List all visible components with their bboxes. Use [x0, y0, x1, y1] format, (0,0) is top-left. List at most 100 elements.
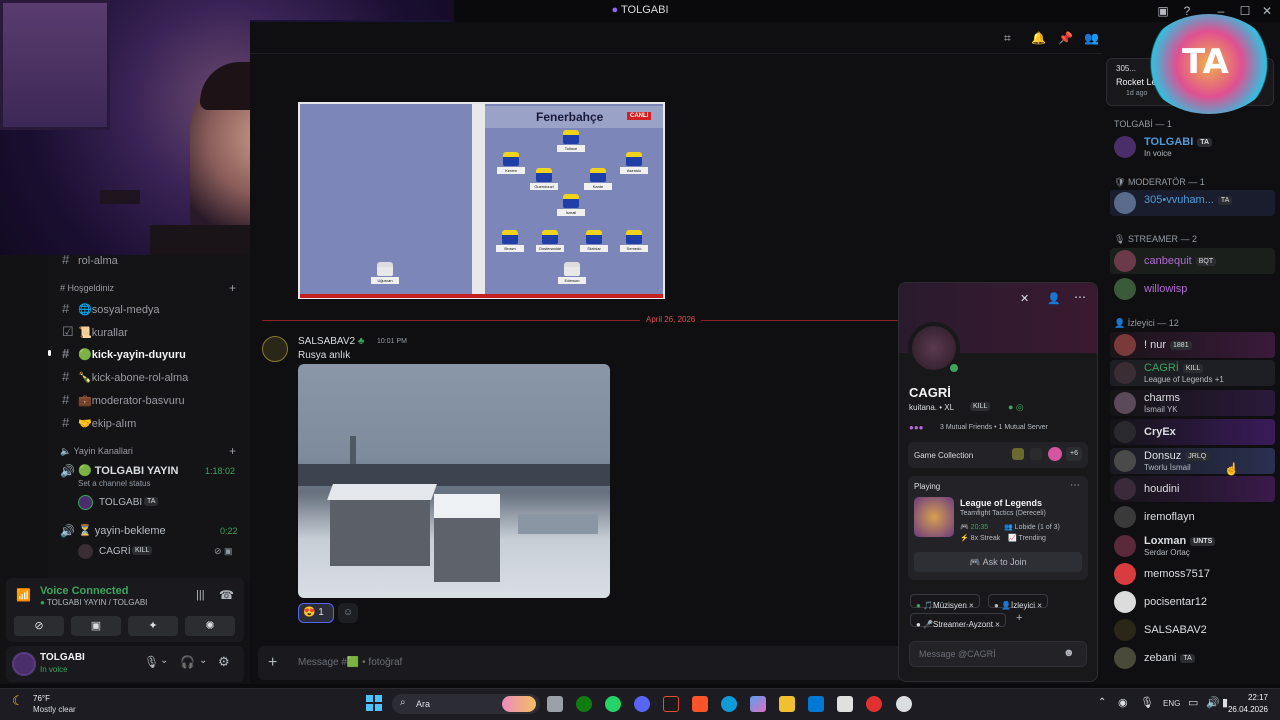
inbox-icon[interactable]: ▣ — [1154, 2, 1172, 20]
pin-icon[interactable]: 📌 — [1058, 31, 1073, 45]
member-row[interactable]: pocisentar12 — [1110, 589, 1275, 615]
member-row[interactable]: 305•vvuham... TA — [1110, 190, 1275, 216]
threads-icon[interactable]: ⌗ — [1004, 31, 1011, 46]
voice-connected-channel[interactable]: ● TOLGABI YAYIN / TOLGABI — [40, 598, 147, 607]
file-explorer-icon[interactable] — [779, 696, 795, 712]
more-options-icon[interactable]: ⋯ — [1070, 480, 1080, 491]
mutual-info[interactable]: 3 Mutual Friends • 1 Mutual Server — [940, 424, 1048, 431]
avatar[interactable] — [262, 336, 288, 362]
channel-kick-abone-rol-alma[interactable]: # 🍾kick-abone-rol-alma — [62, 369, 188, 384]
voice-channel-yayin-bekleme[interactable]: ⏳ yayin-bekleme — [78, 524, 166, 537]
activities-button[interactable]: ✦ — [128, 616, 178, 636]
ask-to-join-button[interactable]: 🎮 Ask to Join — [914, 552, 1082, 572]
obs-icon[interactable] — [896, 696, 912, 712]
member-row[interactable]: Loxman UNTS Serdar Ortaç — [1110, 533, 1275, 559]
store-icon[interactable] — [837, 696, 853, 712]
user-name[interactable]: TOLGABI — [40, 652, 85, 663]
role-tag[interactable]: ● 🎤Streamer-Ayzont × — [910, 613, 1006, 629]
channel-kurallar[interactable]: ☑ 📜kurallar — [62, 324, 128, 340]
chevron-down-icon[interactable]: ⌄ — [199, 655, 207, 666]
clock-time[interactable]: 22:17 — [1238, 693, 1268, 702]
add-channel-icon[interactable]: + — [229, 281, 236, 295]
headphones-icon[interactable]: 🎧 — [180, 655, 195, 669]
channel-ekip-alim[interactable]: # 🤝ekip-alım — [62, 415, 136, 430]
task-view-icon[interactable] — [547, 696, 563, 712]
game-icon — [1030, 448, 1042, 460]
member-row[interactable]: zebani TA — [1110, 645, 1275, 671]
emoji-icon[interactable]: ☻ — [1063, 647, 1075, 659]
member-row[interactable]: Donsuz JRLQ Tworlu İsmail — [1110, 448, 1275, 474]
close-button[interactable]: ✕ — [1258, 2, 1276, 20]
member-row[interactable]: CAGRİ KILL League of Legends +1 — [1110, 360, 1275, 386]
reaction-button[interactable]: 😍 1 — [298, 603, 334, 623]
whatsapp-icon[interactable] — [605, 696, 621, 712]
member-row[interactable]: canbequit BQT — [1110, 248, 1275, 274]
clock-date[interactable]: 26.04.2026 — [1220, 705, 1268, 714]
avatar — [1114, 478, 1136, 500]
copilot-icon[interactable] — [750, 696, 766, 712]
add-friend-icon[interactable]: 👤 — [1047, 292, 1061, 305]
discord-icon[interactable] — [634, 696, 650, 712]
voice-user-name[interactable]: TOLGABI — [99, 497, 142, 508]
soundboard-icon[interactable]: ||| — [196, 589, 205, 601]
member-row[interactable]: iremoflayn — [1110, 504, 1275, 530]
more-options-icon[interactable]: ⋯ — [1074, 290, 1086, 304]
message-author[interactable]: SALSABAV2 ♣ — [298, 336, 364, 347]
soundboard-button[interactable]: ✺ — [185, 616, 235, 636]
edge-icon[interactable] — [721, 696, 737, 712]
camera-off-button[interactable]: ⊘ — [14, 616, 64, 636]
add-voice-channel-icon[interactable]: + — [229, 444, 236, 458]
weather-icon[interactable]: ☾ — [12, 693, 24, 709]
unread-indicator — [48, 350, 51, 356]
channel-status[interactable]: Set a channel status — [78, 479, 151, 488]
disconnect-icon[interactable]: ☎ — [219, 588, 234, 602]
xbox-icon[interactable] — [576, 696, 592, 712]
add-role-icon[interactable]: + — [1016, 612, 1022, 624]
language-indicator[interactable]: ENG — [1163, 699, 1180, 708]
volume-icon[interactable]: 🔊 — [1206, 696, 1220, 709]
lineup-image[interactable]: Fenerbahçe CANLI Tolloce Kerem Asensio G… — [298, 102, 665, 299]
voice-connected-title[interactable]: Voice Connected — [40, 585, 128, 597]
voice-user-name[interactable]: CAGRİ — [99, 546, 131, 557]
chevron-down-icon[interactable]: ⌄ — [160, 655, 168, 666]
avatar[interactable] — [12, 652, 36, 676]
add-attachment-icon[interactable]: + — [268, 654, 277, 672]
channel-moderator-basvuru[interactable]: # 💼moderator-basvuru — [62, 392, 185, 407]
member-row[interactable]: houdini — [1110, 476, 1275, 502]
weather-temp[interactable]: 76°F — [33, 694, 50, 703]
channel-sosyal-medya[interactable]: # 🌐sosyal-medya — [62, 301, 160, 316]
member-row[interactable]: charms İsmail YK — [1110, 390, 1275, 416]
add-reaction-icon[interactable]: ☺ — [338, 603, 358, 623]
windows-start-icon[interactable] — [366, 695, 382, 711]
avatar — [1114, 334, 1136, 356]
member-row[interactable]: SALSABAV2 — [1110, 617, 1275, 643]
decoration-icon[interactable]: ✕ — [1020, 292, 1029, 305]
microphone-icon[interactable]: 🎙 — [1140, 696, 1154, 709]
screen-share-button[interactable]: ▣ — [71, 616, 121, 636]
gear-icon[interactable]: ⚙ — [218, 654, 230, 670]
snow-photo[interactable] — [298, 364, 610, 598]
member-row[interactable]: TOLGABI TA In voice — [1110, 134, 1275, 160]
member-list-icon[interactable]: 👥 — [1084, 31, 1099, 45]
tray-app-icon[interactable]: ◉ — [1118, 696, 1128, 709]
tray-expand-icon[interactable]: ⌃ — [1098, 697, 1106, 708]
member-row[interactable]: ! nur 1881 — [1110, 332, 1275, 358]
steam-icon[interactable] — [866, 696, 882, 712]
role-tag[interactable]: ● 🎵Müzisyen × — [910, 594, 980, 610]
microphone-icon[interactable]: 🎙 — [144, 655, 159, 669]
member-row[interactable]: CryEx — [1110, 419, 1275, 445]
network-icon[interactable]: ▭ — [1188, 696, 1198, 709]
channel-kick-yayin-duyuru[interactable]: # 🟢kick-yayin-duyuru — [62, 346, 186, 361]
outlook-icon[interactable] — [808, 696, 824, 712]
brave-icon[interactable] — [692, 696, 708, 712]
maximize-button[interactable]: ☐ — [1236, 2, 1254, 20]
message-input[interactable]: Message #🟩 • fotoğraf — [298, 657, 402, 668]
bell-icon[interactable]: 🔔 — [1031, 31, 1046, 45]
member-row[interactable]: willowisp — [1110, 276, 1275, 302]
member-row[interactable]: memoss7517 — [1110, 561, 1275, 587]
role-tag[interactable]: ● 👤İzleyici × — [988, 594, 1048, 610]
app-icon[interactable] — [663, 696, 679, 712]
category-voice[interactable]: 🔈 Yayin Kanallari — [60, 446, 133, 457]
category-welcome[interactable]: # Hoşgeldiniz — [60, 283, 114, 293]
voice-channel-tolgabi-yayin[interactable]: 🟢 TOLGABI YAYIN — [78, 464, 179, 477]
